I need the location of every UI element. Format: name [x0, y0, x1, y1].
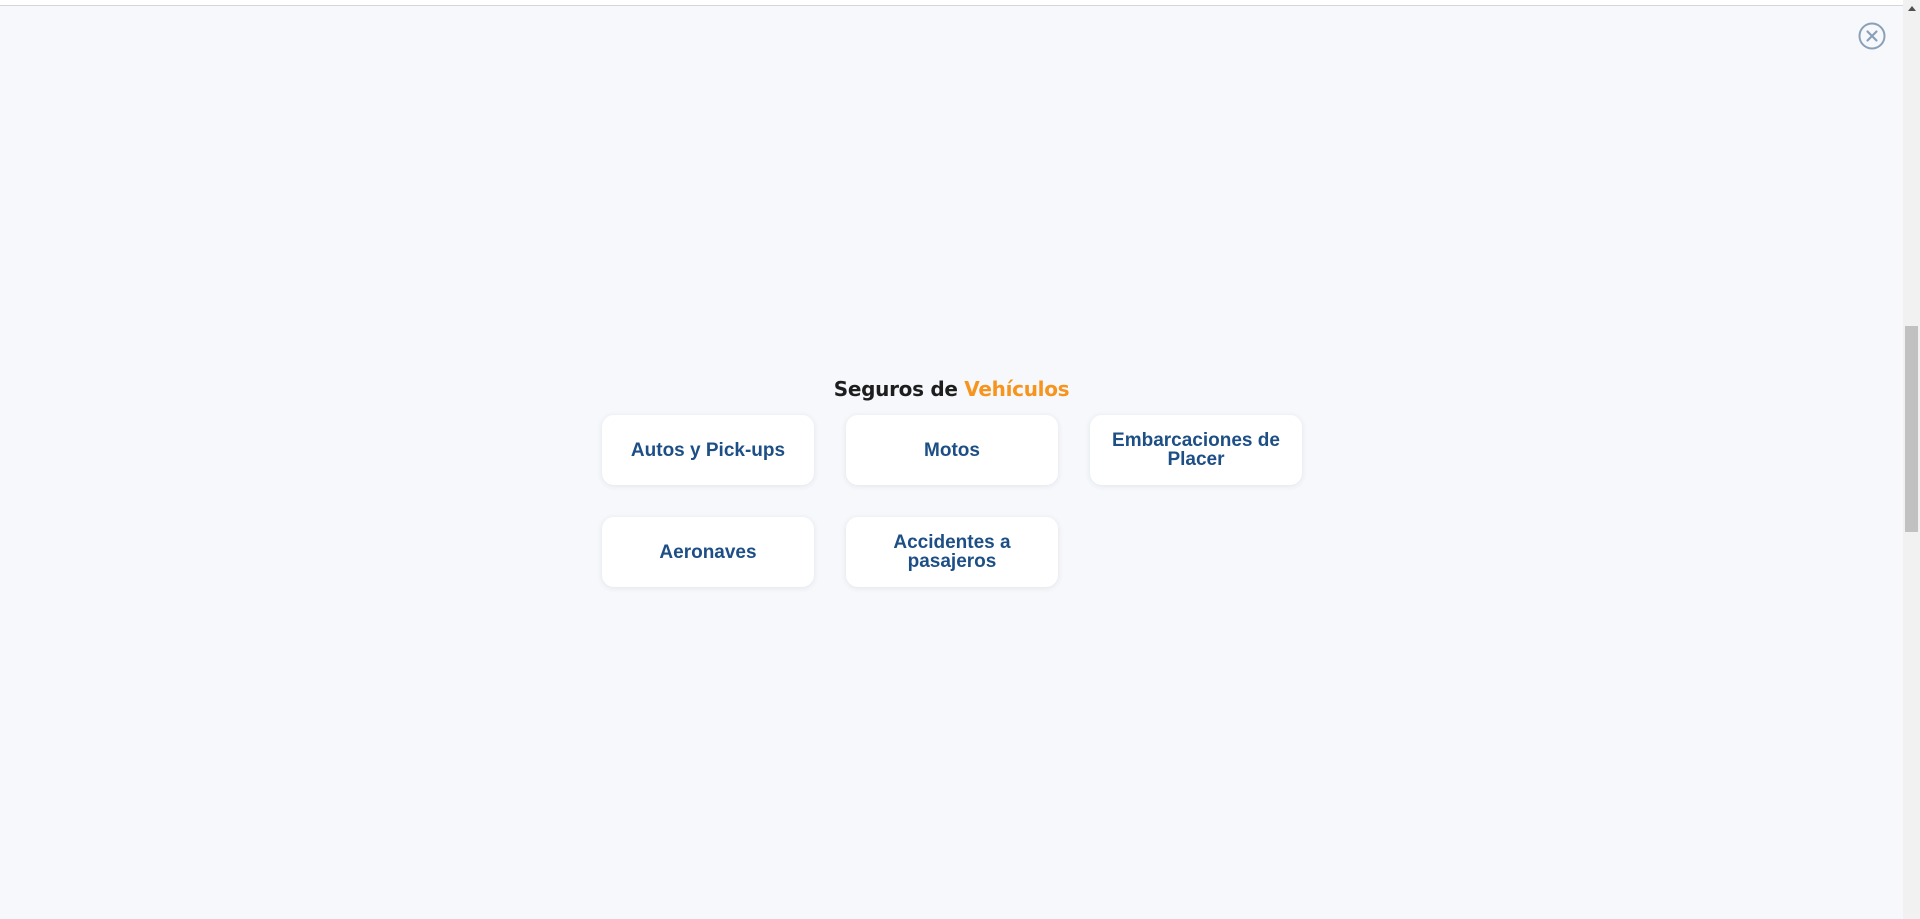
- title-accent: Vehículos: [964, 376, 1070, 401]
- modal-title: Seguros de Vehículos: [0, 377, 1903, 401]
- title-prefix: Seguros de: [833, 376, 965, 401]
- close-button[interactable]: [1858, 22, 1886, 50]
- scroll-thumb[interactable]: [1905, 326, 1918, 532]
- top-divider: [0, 0, 1920, 6]
- option-autos-pickups[interactable]: Autos y Pick-ups: [602, 415, 814, 485]
- option-motos[interactable]: Motos: [846, 415, 1058, 485]
- vertical-scrollbar[interactable]: [1903, 0, 1920, 919]
- option-aeronaves[interactable]: Aeronaves: [602, 517, 814, 587]
- option-label: Embarcaciones de Placer: [1112, 430, 1280, 470]
- option-label: Motos: [924, 439, 980, 461]
- modal-overlay: Seguros de Vehículos Autos y Pick-ups Mo…: [0, 0, 1920, 919]
- close-icon: [1858, 22, 1886, 50]
- option-label: Accidentes a pasajeros: [893, 532, 1011, 572]
- scroll-up-arrow-icon[interactable]: [1903, 0, 1920, 17]
- option-embarcaciones[interactable]: Embarcaciones de Placer: [1090, 415, 1302, 485]
- option-label: Aeronaves: [659, 541, 757, 563]
- option-accidentes-pasajeros[interactable]: Accidentes a pasajeros: [846, 517, 1058, 587]
- option-label: Autos y Pick-ups: [630, 439, 786, 461]
